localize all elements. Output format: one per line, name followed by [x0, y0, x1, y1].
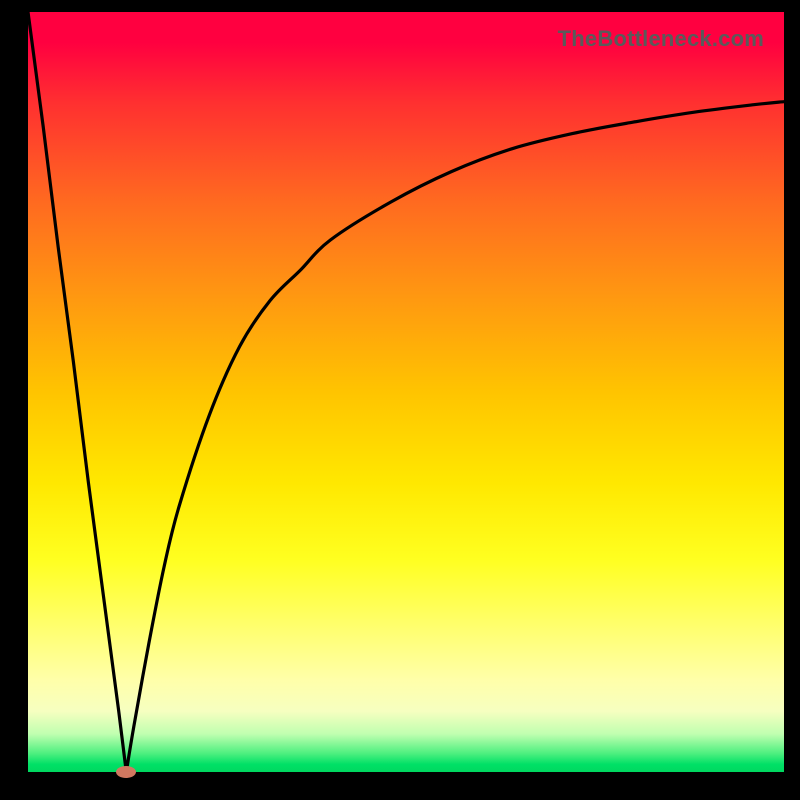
minimum-marker — [116, 766, 136, 778]
bottleneck-curve — [28, 12, 784, 772]
plot-area: TheBottleneck.com — [28, 12, 784, 772]
curve-path — [28, 12, 784, 772]
chart-frame: TheBottleneck.com — [0, 0, 800, 800]
